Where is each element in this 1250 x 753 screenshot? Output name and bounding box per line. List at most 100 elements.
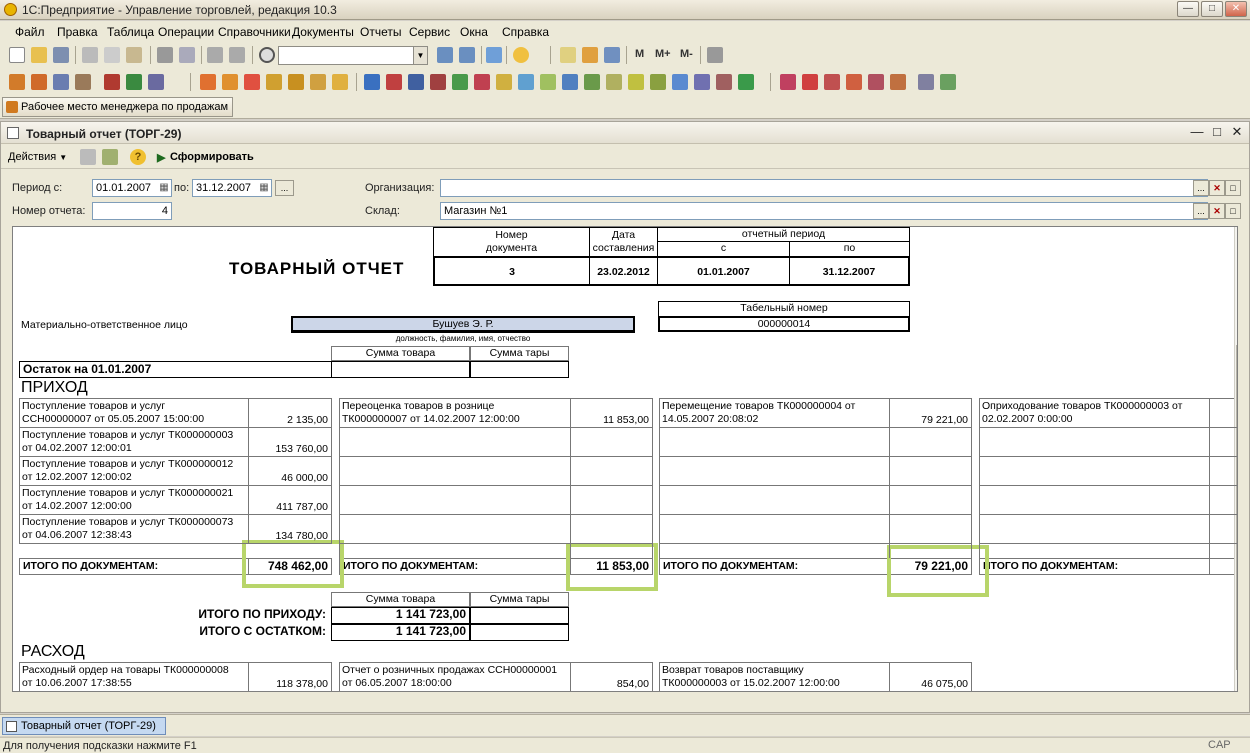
return-icon[interactable] — [244, 74, 260, 90]
settings-report-icon[interactable] — [102, 149, 118, 165]
print-icon[interactable] — [157, 47, 173, 63]
menu-service[interactable]: Сервис — [409, 25, 450, 39]
menu-catalogs[interactable]: Справочники — [218, 25, 291, 39]
list-icon[interactable] — [562, 74, 578, 90]
menu-table[interactable]: Таблица — [107, 25, 154, 39]
search-icon[interactable] — [259, 47, 275, 63]
print-preview-icon[interactable] — [179, 47, 195, 63]
report-close-button[interactable]: ✕ — [1230, 125, 1244, 139]
organization-field[interactable] — [440, 179, 1208, 197]
scroll-up-icon[interactable]: ▲ — [1237, 230, 1238, 242]
cancel-doc-icon[interactable] — [474, 74, 490, 90]
inventory-icon[interactable] — [672, 74, 688, 90]
windows-icon[interactable] — [486, 47, 502, 63]
manager-workplace-button[interactable]: Рабочее место менеджера по продажам — [2, 97, 234, 117]
org-clear-icon[interactable]: ✕ — [1209, 180, 1225, 196]
receipt-icon[interactable] — [222, 74, 238, 90]
memory-m-button[interactable]: M — [635, 48, 644, 60]
maximize-button[interactable]: □ — [1201, 1, 1223, 17]
partners-icon[interactable] — [53, 74, 69, 90]
sale-icon[interactable] — [364, 74, 380, 90]
calendar-icon[interactable] — [582, 47, 598, 63]
scroll-down-icon[interactable]: ▼ — [1237, 677, 1238, 689]
report-icon[interactable] — [540, 74, 556, 90]
org-open-icon[interactable]: □ — [1225, 180, 1241, 196]
store-field[interactable]: Магазин №1 — [440, 202, 1208, 220]
analysis-icon[interactable] — [694, 74, 710, 90]
stock-icon[interactable] — [310, 74, 326, 90]
memory-mplus-button[interactable]: M+ — [655, 48, 671, 60]
contact-icon[interactable] — [802, 74, 818, 90]
report-maximize-button[interactable]: □ — [1210, 125, 1224, 139]
menu-file[interactable]: Файл — [15, 25, 45, 39]
redo-icon[interactable] — [229, 47, 245, 63]
tab-report[interactable]: Товарный отчет (ТОРГ-29) — [2, 717, 166, 735]
store-clear-icon[interactable]: ✕ — [1209, 203, 1225, 219]
menu-windows[interactable]: Окна — [460, 25, 488, 39]
edit-icon[interactable] — [148, 74, 164, 90]
report-minimize-button[interactable]: — — [1190, 125, 1204, 139]
bank-icon[interactable] — [518, 74, 534, 90]
paste-icon[interactable] — [126, 47, 142, 63]
grid-icon[interactable] — [126, 74, 142, 90]
minimize-button[interactable]: — — [1177, 1, 1199, 17]
menu-operations[interactable]: Операции — [158, 25, 214, 39]
cart-icon[interactable] — [716, 74, 732, 90]
goods-icon[interactable] — [31, 74, 47, 90]
info-icon[interactable] — [513, 47, 529, 63]
generate-button[interactable]: Сформировать — [170, 151, 254, 163]
find-prev-icon[interactable] — [459, 47, 475, 63]
invoice-icon[interactable] — [266, 74, 282, 90]
copy-icon[interactable] — [104, 47, 120, 63]
barcode-icon[interactable] — [650, 74, 666, 90]
calendar-icon[interactable]: ▦ — [257, 181, 271, 195]
pricelist-icon[interactable] — [890, 74, 906, 90]
settings-icon[interactable] — [707, 47, 723, 63]
undo-icon[interactable] — [207, 47, 223, 63]
cut-icon[interactable] — [82, 47, 98, 63]
money-icon[interactable] — [332, 74, 348, 90]
close-button[interactable]: ✕ — [1225, 1, 1247, 17]
menu-documents[interactable]: Документы — [292, 25, 354, 39]
find-next-icon[interactable] — [437, 47, 453, 63]
move-icon[interactable] — [408, 74, 424, 90]
supplier-icon[interactable] — [846, 74, 862, 90]
transfer-icon[interactable] — [386, 74, 402, 90]
order-icon[interactable] — [200, 74, 216, 90]
actions-menu[interactable]: Действия ▼ — [8, 151, 67, 163]
writeoff-icon[interactable] — [430, 74, 446, 90]
report-number-field[interactable]: 4 — [92, 202, 172, 220]
print-report-icon[interactable] — [80, 149, 96, 165]
period-select-button[interactable]: ... — [275, 180, 294, 196]
label-icon[interactable] — [628, 74, 644, 90]
new-document-icon[interactable] — [9, 47, 25, 63]
save-icon[interactable] — [53, 47, 69, 63]
excel-icon[interactable] — [738, 74, 754, 90]
org-select-button[interactable]: ... — [1193, 180, 1209, 196]
add-icon[interactable] — [584, 74, 600, 90]
check-icon[interactable] — [452, 74, 468, 90]
cash-icon[interactable] — [496, 74, 512, 90]
warehouse-icon[interactable] — [288, 74, 304, 90]
contracts-icon[interactable] — [75, 74, 91, 90]
catalog-icon[interactable] — [9, 74, 25, 90]
users-icon[interactable] — [604, 47, 620, 63]
people-icon[interactable] — [104, 74, 120, 90]
memory-mminus-button[interactable]: M- — [680, 48, 693, 60]
sum-icon[interactable] — [868, 74, 884, 90]
employee-icon[interactable] — [824, 74, 840, 90]
menu-help[interactable]: Справка — [502, 25, 549, 39]
open-folder-icon[interactable] — [31, 47, 47, 63]
price-icon[interactable] — [606, 74, 622, 90]
quick-search-input[interactable]: ▼ — [278, 46, 428, 65]
approve-icon[interactable] — [940, 74, 956, 90]
help-icon[interactable]: ? — [130, 149, 146, 165]
store-select-button[interactable]: ... — [1193, 203, 1209, 219]
menu-reports[interactable]: Отчеты — [360, 25, 401, 39]
table-icon[interactable] — [918, 74, 934, 90]
calculator-icon[interactable] — [560, 47, 576, 63]
menu-edit[interactable]: Правка — [57, 25, 98, 39]
calendar-icon[interactable]: ▦ — [157, 181, 171, 195]
report-spreadsheet[interactable]: Номер документа Дата составления отчетный … — [12, 226, 1238, 692]
store-open-icon[interactable]: □ — [1225, 203, 1241, 219]
